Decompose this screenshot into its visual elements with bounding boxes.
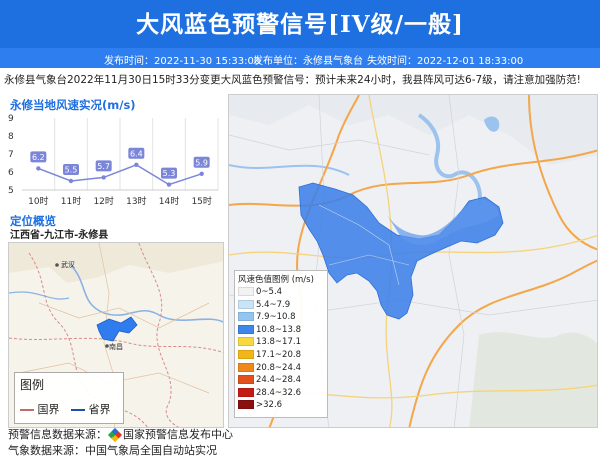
value-label: 5.9	[195, 158, 208, 167]
legend-item: 28.4~32.6	[238, 387, 301, 399]
y-tick-label: 5	[8, 186, 14, 196]
header-bar: 大风蓝色预警信号[IV级/一般]	[0, 0, 600, 48]
legend-swatch	[238, 400, 254, 410]
wind-point	[199, 171, 204, 176]
hour-label: 14时	[159, 195, 179, 207]
legend-provincial-label: 省界	[88, 403, 111, 416]
y-tick-label: 9	[8, 114, 14, 124]
legend-title: 图例	[20, 378, 45, 392]
wind-speed-chart: 9 8 7 6 5 6.2 10时 5.5 11时 5.7 12时 6.4 13时 5.3 14时 5.9 15…	[8, 114, 219, 207]
legend-label: 10.8~13.8	[256, 324, 301, 335]
legend-item: 10.8~13.8	[238, 324, 301, 336]
weather-source: 气象数据来源：中国气象局全国自动站实况	[8, 444, 217, 457]
legend-label: 13.8~17.1	[256, 337, 301, 348]
wind-point	[101, 175, 106, 180]
legend-swatch	[238, 287, 254, 296]
hour-label: 10时	[28, 195, 48, 207]
legend-item: 0~5.4	[238, 287, 282, 298]
warn-source-label: 预警信息数据来源：	[8, 428, 107, 441]
nanchang-label: 南昌	[109, 342, 123, 351]
warn-source-name: 国家预警信息发布中心	[123, 428, 233, 441]
legend-swatch	[238, 375, 254, 385]
wind-legend-title: 风速色值图例 (m/s)	[238, 275, 314, 285]
value-label: 5.3	[163, 169, 176, 178]
wind-point	[166, 182, 172, 187]
value-label: 6.4	[130, 149, 143, 158]
legend-label: >32.6	[256, 400, 283, 411]
legend-swatch	[238, 362, 254, 372]
expire-time: 失效时间：2022-12-01 18:33:00	[367, 56, 524, 67]
wind-point	[134, 162, 139, 167]
provincial-border-line	[71, 409, 85, 411]
wind-point	[68, 178, 74, 184]
wind-panel-title: 永修当地风速实况(m/s)	[10, 98, 136, 112]
legend-label: 20.8~24.4	[256, 362, 301, 373]
warn-source-line: 预警信息数据来源： 国家预警信息发布中心	[8, 426, 233, 443]
location-path: 江西省-九江市-永修县	[10, 230, 109, 241]
wuhan-label: 武汉	[61, 260, 75, 269]
legend-national-label: 国界	[37, 403, 60, 416]
issue-time: 发布时间：2022-11-30 15:33:00	[104, 56, 261, 67]
legend-swatch	[238, 312, 254, 322]
legend-item: 13.8~17.1	[238, 337, 301, 348]
warn-center-icon	[107, 427, 123, 443]
legend-national: 国界	[20, 401, 60, 417]
legend-swatch	[238, 324, 254, 334]
national-border-line	[20, 409, 34, 411]
legend-item: 24.4~28.4	[238, 375, 301, 386]
legend-label: 28.4~32.6	[256, 387, 301, 398]
hour-label: 11时	[61, 195, 81, 207]
y-tick-label: 7	[8, 150, 14, 160]
legend-swatch	[238, 337, 254, 347]
hour-label: 12时	[93, 195, 113, 207]
legend-swatch	[238, 387, 254, 397]
legend-item: 20.8~24.4	[238, 362, 301, 374]
legend-label: 7.9~10.8	[256, 312, 296, 323]
legend-provincial: 省界	[71, 401, 111, 417]
wind-color-legend: 风速色值图例 (m/s) 0~5.4 5.4~7.9 7.9~10.8 10.8~13…	[234, 270, 328, 418]
legend-label: 24.4~28.4	[256, 375, 301, 386]
legend-label: 0~5.4	[256, 287, 283, 297]
overview-legend: 图例 国界 省界	[14, 372, 124, 424]
warning-description: 永修县气象台2022年11月30日15时33分变更大风蓝色预警信号：预计未来24…	[4, 74, 581, 86]
legend-item: 5.4~7.9	[238, 299, 291, 311]
value-label: 5.7	[97, 162, 110, 171]
legend-swatch	[238, 350, 254, 359]
value-label: 5.5	[65, 166, 78, 175]
y-tick-label: 8	[8, 132, 14, 142]
info-bar: 发布时间：2022-11-30 15:33:00 发布单位：永修县气象台 失效时…	[0, 48, 600, 68]
page-title: 大风蓝色预警信号[IV级/一般]	[136, 11, 464, 38]
legend-item: >32.6	[238, 400, 282, 411]
legend-swatch	[238, 299, 254, 309]
hour-label: 15时	[191, 195, 211, 207]
issuer: 发布单位：永修县气象台	[253, 56, 363, 67]
y-tick-label: 6	[8, 168, 14, 178]
wind-point	[36, 166, 41, 171]
hour-label: 13时	[126, 195, 146, 207]
value-label: 6.2	[32, 153, 45, 162]
legend-item: 7.9~10.8	[238, 312, 296, 323]
legend-label: 5.4~7.9	[256, 299, 291, 310]
legend-label: 17.1~20.8	[256, 350, 301, 360]
legend-item: 17.1~20.8	[238, 350, 301, 361]
